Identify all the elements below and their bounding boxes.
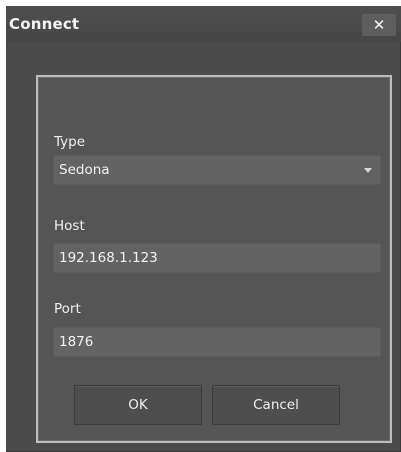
host-input-value: 192.168.1.123	[59, 250, 158, 266]
close-button[interactable]: ✕	[362, 14, 396, 36]
type-label: Type	[54, 134, 86, 150]
connection-settings-panel: Type Sedona Host 192.168.1.123 Port 1876…	[36, 75, 392, 443]
chevron-down-icon	[364, 168, 372, 173]
title-bar[interactable]: Connect ✕	[6, 6, 401, 42]
ok-button[interactable]: OK	[74, 385, 202, 425]
close-icon: ✕	[372, 16, 386, 34]
connect-dialog: Connect ✕ Type Sedona Host 192.168.1.123…	[6, 6, 401, 452]
port-input[interactable]: 1876	[53, 327, 381, 357]
host-input[interactable]: 192.168.1.123	[53, 243, 381, 273]
port-input-value: 1876	[59, 334, 94, 350]
type-select-value: Sedona	[59, 162, 110, 178]
dialog-title: Connect	[9, 15, 80, 33]
port-label: Port	[54, 301, 81, 317]
host-label: Host	[54, 218, 85, 234]
cancel-button[interactable]: Cancel	[212, 385, 340, 425]
type-select[interactable]: Sedona	[53, 155, 381, 185]
